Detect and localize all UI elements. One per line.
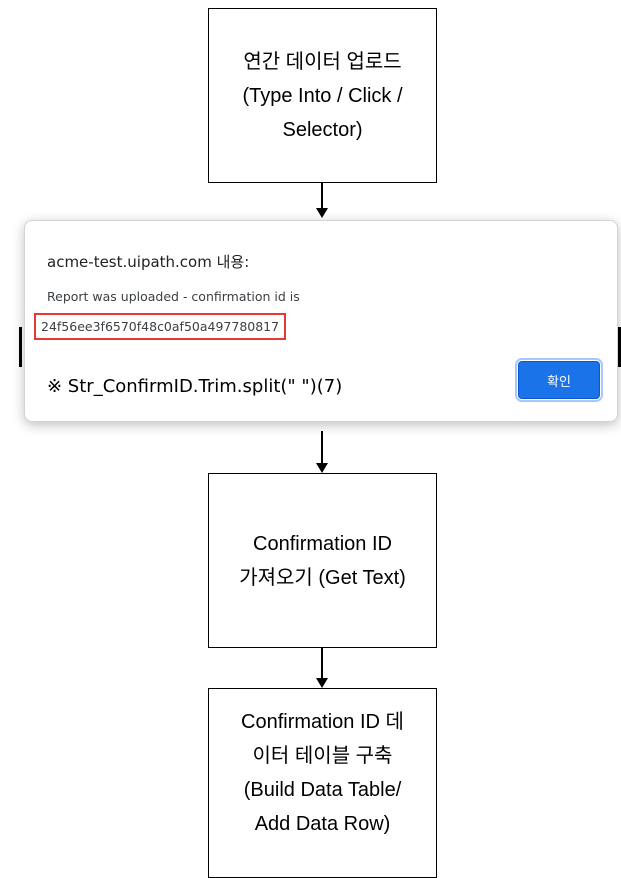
arrowhead-2 [316, 463, 328, 473]
connector-line-3 [321, 648, 323, 679]
confirmation-id-highlight: 24f56ee3f6570f48c0af50a497780817 [34, 313, 287, 340]
split-expression-note: ※ Str_ConfirmID.Trim.split(" ")(7) [47, 376, 343, 397]
step-label-get-text: Confirmation ID 가져오기 (Get Text) [239, 532, 406, 589]
arrowhead-3 [316, 678, 328, 688]
ok-button[interactable]: 확인 [515, 358, 603, 402]
arrowhead-1 [316, 208, 328, 218]
step-box-upload: 연간 데이터 업로드 (Type Into / Click / Selector… [208, 8, 437, 183]
connector-line-1 [321, 183, 323, 209]
alert-dialog: acme-test.uipath.com 내용: Report was uplo… [24, 220, 618, 422]
connector-line-2 [321, 431, 323, 464]
step-box-get-text: Confirmation ID 가져오기 (Get Text) [208, 473, 437, 648]
step-label-build-table: Confirmation ID 데 이터 테이블 구축 (Build Data … [241, 711, 404, 835]
dialog-message: Report was uploaded - confirmation id is [47, 289, 300, 304]
dialog-title: acme-test.uipath.com 내용: [47, 253, 250, 271]
step-label-upload: 연간 데이터 업로드 (Type Into / Click / Selector… [242, 50, 403, 141]
step-box-build-table: Confirmation ID 데 이터 테이블 구축 (Build Data … [208, 688, 437, 878]
hidden-box-edge-left [19, 327, 22, 367]
